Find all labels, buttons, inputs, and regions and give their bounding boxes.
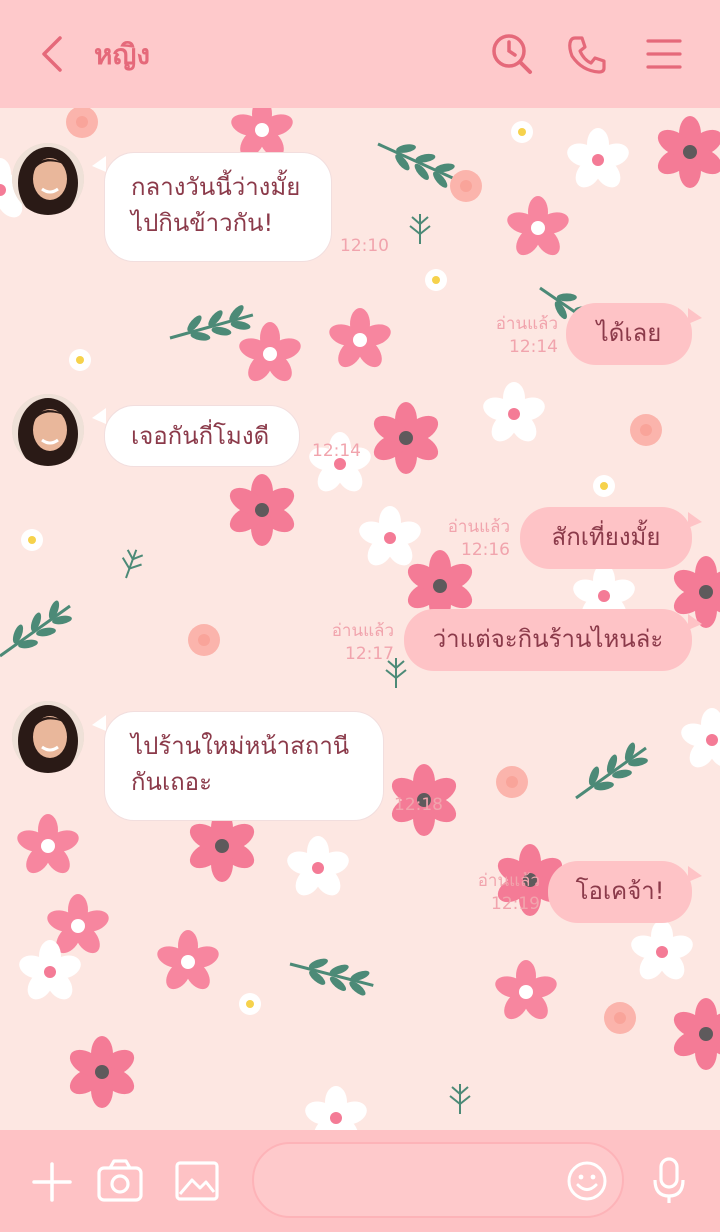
message-bubble-outgoing[interactable]: สักเที่ยงมั้ย — [520, 507, 692, 569]
phone-icon[interactable] — [566, 34, 608, 76]
chat-header: หญิง — [0, 0, 720, 108]
read-receipt: อ่านแล้ว — [447, 517, 510, 537]
message-meta: อ่านแล้ว 12:19 — [468, 870, 540, 916]
message-bubble-incoming[interactable]: ไปร้านใหม่หน้าสถานี กันเถอะ — [104, 711, 384, 821]
message-text: กลางวันนี้ว่างมั้ย — [131, 173, 301, 201]
message-bubble-incoming[interactable]: เจอกันกี่โมงดี — [104, 405, 300, 467]
microphone-icon[interactable] — [650, 1156, 688, 1206]
message-time: 12:17 — [345, 644, 394, 664]
bubble-tail — [92, 408, 106, 424]
chat-title: หญิง — [94, 38, 150, 71]
message-text: ได้เลย — [596, 319, 662, 347]
message-bubble-outgoing[interactable]: ได้เลย — [566, 303, 692, 365]
avatar[interactable] — [12, 143, 84, 215]
plus-icon[interactable] — [30, 1160, 74, 1204]
avatar[interactable] — [12, 394, 84, 466]
avatar[interactable] — [12, 701, 84, 773]
message-text: ไปร้านใหม่หน้าสถานี — [131, 732, 350, 760]
avatar-photo-icon — [12, 143, 84, 215]
chevron-left-icon[interactable] — [36, 34, 68, 74]
message-time: 12:18 — [394, 795, 443, 815]
clock-search-icon[interactable] — [490, 32, 534, 76]
read-receipt: อ่านแล้ว — [477, 871, 540, 891]
avatar-photo-icon — [12, 394, 84, 466]
bubble-tail — [688, 866, 702, 882]
read-receipt: อ่านแล้ว — [331, 621, 394, 641]
emoji-icon[interactable] — [566, 1160, 608, 1202]
bubble-tail — [92, 156, 106, 172]
bubble-tail — [92, 715, 106, 731]
message-bubble-outgoing[interactable]: ว่าแต่จะกินร้านไหนล่ะ — [404, 609, 692, 671]
message-bubble-outgoing[interactable]: โอเคจ้า! — [548, 861, 692, 923]
message-text: กันเถอะ — [131, 768, 212, 796]
message-time: 12:16 — [461, 540, 510, 560]
message-text: เจอกันกี่โมงดี — [131, 422, 270, 450]
bubble-tail — [688, 512, 702, 528]
message-meta: อ่านแล้ว 12:14 — [486, 313, 558, 359]
message-time: 12:14 — [312, 441, 361, 461]
message-text: ไปกินข้าวกัน! — [131, 209, 274, 237]
read-receipt: อ่านแล้ว — [495, 314, 558, 334]
bubble-tail — [688, 614, 702, 630]
avatar-photo-icon — [12, 701, 84, 773]
message-time: 12:14 — [509, 337, 558, 357]
menu-icon[interactable] — [646, 38, 682, 70]
image-icon[interactable] — [174, 1160, 220, 1202]
message-text: โอเคจ้า! — [575, 877, 665, 905]
message-bubble-incoming[interactable]: กลางวันนี้ว่างมั้ย ไปกินข้าวกัน! — [104, 152, 332, 262]
chat-input-bar — [0, 1130, 720, 1232]
message-meta: อ่านแล้ว 12:16 — [438, 516, 510, 562]
message-meta: อ่านแล้ว 12:17 — [322, 620, 394, 666]
message-time: 12:19 — [491, 894, 540, 914]
message-time: 12:10 — [340, 236, 389, 256]
message-text: สักเที่ยงมั้ย — [551, 523, 661, 551]
message-text: ว่าแต่จะกินร้านไหนล่ะ — [432, 625, 664, 653]
bubble-tail — [688, 308, 702, 324]
camera-icon[interactable] — [96, 1158, 144, 1204]
